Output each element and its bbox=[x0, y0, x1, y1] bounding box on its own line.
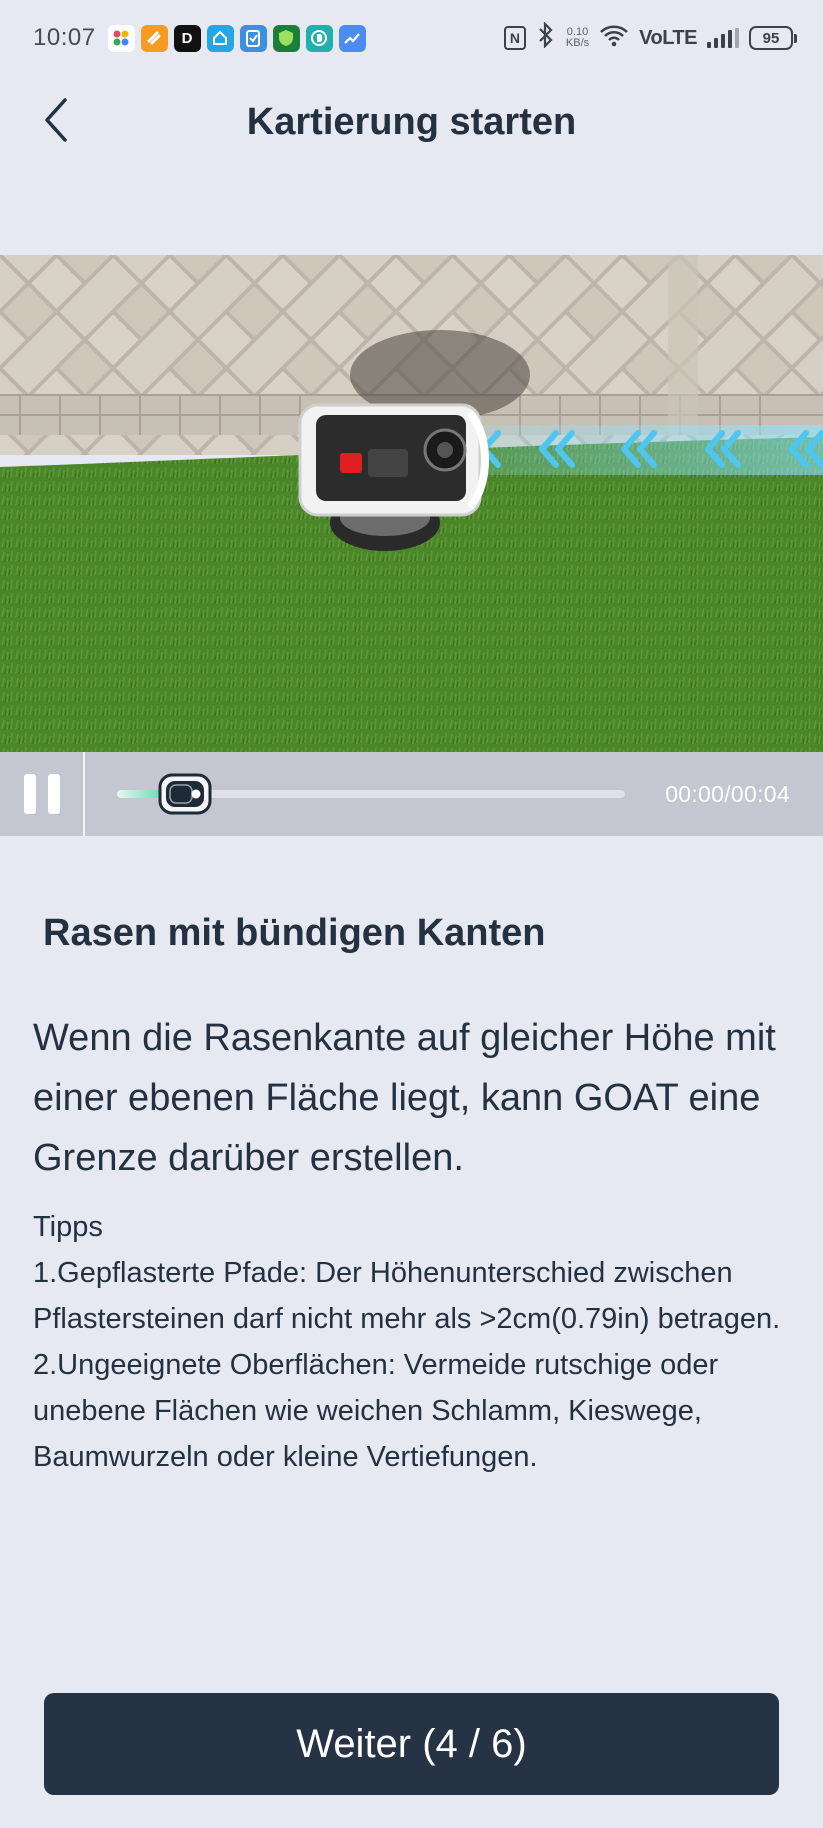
home-notification-icon bbox=[206, 24, 234, 52]
description-text: Wenn die Rasenkante auf gleicher Höhe mi… bbox=[33, 1017, 776, 1179]
section-title: Rasen mit bündigen Kanten bbox=[43, 912, 546, 954]
video-time: 00:00/00:04 bbox=[665, 780, 790, 807]
video-seekbar[interactable] bbox=[117, 769, 625, 819]
pause-icon-bar bbox=[23, 774, 36, 814]
pause-button[interactable] bbox=[0, 752, 85, 836]
page-title: Kartierung starten bbox=[246, 101, 577, 143]
clipboard-notification-icon bbox=[239, 24, 267, 52]
next-button[interactable]: Weiter (4 / 6) bbox=[44, 1693, 779, 1795]
video-controls: 00:00/00:04 bbox=[0, 752, 823, 836]
d-circle-notification-icon bbox=[305, 24, 333, 52]
notification-icons: D bbox=[107, 24, 366, 52]
trend-notification-icon bbox=[338, 24, 366, 52]
tips-block: Tipps 1.Gepflasterte Pfade: Der Höhenunt… bbox=[33, 1204, 803, 1480]
network-speed-unit: KB/s bbox=[565, 37, 590, 49]
d-app-notification-icon: D bbox=[173, 24, 201, 52]
system-indicators: N 0.10 KB/s VoLTE 95 bbox=[503, 20, 797, 55]
tutorial-video[interactable] bbox=[0, 255, 823, 752]
tips-heading: Tipps bbox=[33, 1211, 103, 1243]
status-time: 10:07 bbox=[33, 24, 96, 51]
status-bar: 10:07 D N 0.10 KB/s VoLTE 95 bbox=[0, 0, 823, 76]
bluetooth-icon bbox=[536, 20, 556, 55]
battery-icon: 95 bbox=[749, 26, 797, 50]
link-notification-icon bbox=[140, 24, 168, 52]
tip-item-2: 2.Ungeeignete Oberflächen: Vermeide ruts… bbox=[33, 1349, 719, 1473]
network-speed: 0.10 KB/s bbox=[566, 27, 589, 49]
app-screen: 10:07 D N 0.10 KB/s VoLTE 95 Kartierung … bbox=[0, 0, 823, 1828]
pause-icon-bar bbox=[47, 774, 60, 814]
top-app-bar: Kartierung starten bbox=[0, 76, 823, 176]
mower-thumb-icon[interactable] bbox=[158, 771, 212, 817]
nfc-icon: N bbox=[503, 26, 526, 50]
app-grid-notification-icon bbox=[107, 24, 135, 52]
wifi-icon bbox=[599, 25, 629, 52]
shield-notification-icon bbox=[272, 24, 300, 52]
volte-label: VoLTE bbox=[639, 26, 697, 49]
cell-signal-icon bbox=[707, 28, 739, 48]
video-frame bbox=[0, 255, 823, 752]
tip-item-1: 1.Gepflasterte Pfade: Der Höhenunterschi… bbox=[33, 1257, 781, 1335]
